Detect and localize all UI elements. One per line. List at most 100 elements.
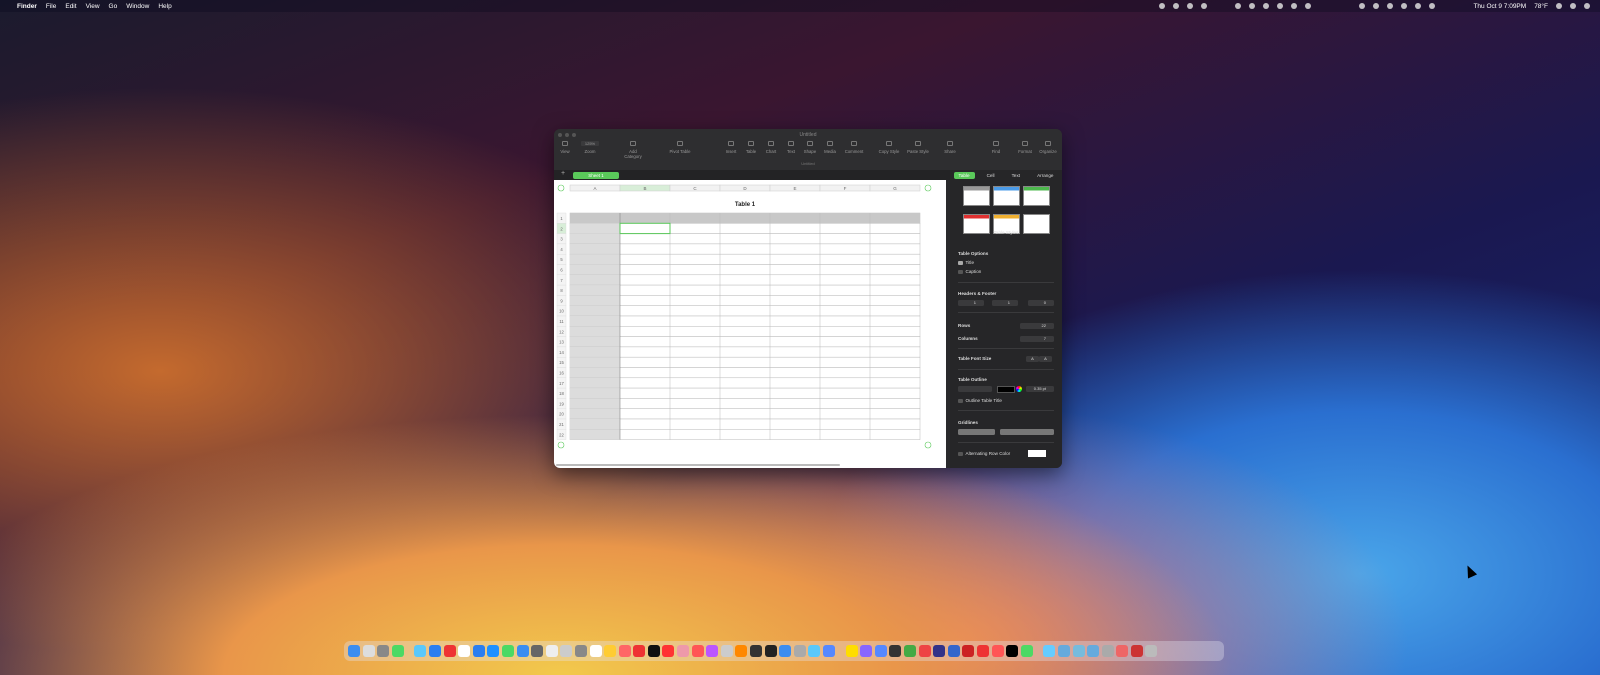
tab-table[interactable]: Table: [953, 171, 975, 179]
dock-app-icon[interactable]: [808, 645, 821, 657]
dock-app-icon[interactable]: [1101, 645, 1114, 657]
tab-arrange[interactable]: Arrange: [1032, 172, 1058, 179]
siri-icon[interactable]: [1584, 3, 1590, 9]
table-style-thumbnail[interactable]: [993, 186, 1020, 206]
table-row[interactable]: [569, 408, 921, 420]
table-row[interactable]: [569, 326, 921, 337]
dock-app-icon[interactable]: [618, 645, 631, 657]
dock-app-icon[interactable]: [823, 645, 835, 657]
table-row[interactable]: [569, 418, 921, 430]
alternating-row-checkbox[interactable]: Alternating Row Color: [958, 451, 1010, 457]
table-title[interactable]: Table 1: [735, 202, 756, 208]
dock-app-icon[interactable]: [903, 645, 916, 657]
menu-go[interactable]: Go: [109, 3, 118, 10]
status-icon[interactable]: [1277, 3, 1284, 9]
rows-stepper[interactable]: 22: [1020, 323, 1054, 329]
header-rows-stepper[interactable]: 1: [958, 300, 984, 306]
table-row[interactable]: [569, 243, 921, 255]
outline-style-select[interactable]: [958, 386, 992, 392]
dock-app-icon[interactable]: [976, 645, 989, 657]
caption-checkbox[interactable]: Caption: [958, 269, 981, 275]
dock-app-icon[interactable]: [1130, 645, 1143, 657]
dock-app-icon[interactable]: [1116, 645, 1129, 657]
table-row[interactable]: [569, 284, 921, 296]
dock-app-icon[interactable]: [779, 645, 792, 657]
dock-app-icon[interactable]: [633, 645, 646, 657]
dock-app-icon[interactable]: [1087, 645, 1100, 657]
dock-app-icon[interactable]: [589, 645, 602, 657]
table-row[interactable]: [569, 223, 921, 234]
menu-app-finder[interactable]: Finder: [17, 3, 37, 10]
toolbar-copy-style-button[interactable]: Copy Style: [876, 141, 902, 154]
columns-stepper[interactable]: 7: [1020, 336, 1054, 342]
table-row[interactable]: [569, 336, 921, 348]
table-row[interactable]: [569, 387, 921, 399]
clock[interactable]: Thu Oct 9 7:09PM: [1473, 3, 1526, 10]
dock-app-icon[interactable]: [750, 645, 763, 657]
table-row[interactable]: [569, 305, 921, 317]
dock-app-icon[interactable]: [845, 645, 858, 657]
gridlines-horizontal[interactable]: [958, 429, 995, 435]
status-icon[interactable]: [1159, 3, 1166, 9]
time-machine-icon[interactable]: [1373, 3, 1380, 9]
outline-title-checkbox[interactable]: Outline Table Title: [958, 398, 1002, 404]
dock-app-icon[interactable]: [443, 645, 456, 657]
table-row[interactable]: [569, 377, 921, 389]
dock-app-icon[interactable]: [991, 645, 1004, 657]
dock-app-icon[interactable]: [472, 645, 485, 657]
table-row[interactable]: [569, 233, 921, 245]
dock-app-icon[interactable]: [735, 645, 748, 657]
add-column-handle[interactable]: [924, 184, 932, 192]
dock-app-icon[interactable]: [706, 645, 719, 657]
table-row[interactable]: [569, 315, 921, 327]
dock-app-icon[interactable]: [574, 645, 587, 657]
dock-app-icon[interactable]: [662, 645, 675, 657]
dock-app-icon[interactable]: [487, 645, 500, 657]
dropbox-icon[interactable]: [1201, 3, 1208, 9]
table-grid[interactable]: A B C D E F GTable 112345678910111213141516171…: [554, 180, 951, 468]
toolbar-paste-style-button[interactable]: Paste Style: [905, 141, 931, 154]
dock-app-icon[interactable]: [545, 645, 558, 657]
dock-app-icon[interactable]: [1057, 645, 1070, 657]
menu-edit[interactable]: Edit: [65, 3, 76, 10]
bluetooth-icon[interactable]: [1401, 3, 1408, 9]
dock-app-icon[interactable]: [677, 645, 690, 657]
add-row-handle[interactable]: [557, 441, 565, 449]
dock-app-icon[interactable]: [414, 645, 427, 657]
title-checkbox[interactable]: Title: [958, 260, 974, 266]
dock-app-icon[interactable]: [391, 645, 404, 657]
outline-color-well[interactable]: [997, 386, 1015, 393]
dock-app-icon[interactable]: [691, 645, 704, 657]
dock-app-icon[interactable]: [720, 645, 733, 657]
menu-window[interactable]: Window: [126, 3, 149, 10]
cloud-icon[interactable]: [1187, 3, 1194, 9]
dock-app-icon[interactable]: [428, 645, 441, 657]
dock-app-icon[interactable]: [377, 645, 390, 657]
dock-app-icon[interactable]: [1072, 645, 1085, 657]
dock-app-icon[interactable]: [889, 645, 902, 657]
status-icon[interactable]: [1556, 3, 1562, 9]
dock-app-icon[interactable]: [560, 645, 573, 657]
toolbar-add-category-button[interactable]: Add Category: [620, 141, 646, 159]
status-icon[interactable]: [1173, 3, 1180, 9]
display-icon[interactable]: [1263, 3, 1270, 9]
dock-app-icon[interactable]: [458, 645, 471, 657]
sheet-canvas[interactable]: A B C D E F G Table 1 1 2 3 4 5 6 7 8 9 10 11 12 13 14 15 16 17 1…: [554, 180, 951, 468]
dock-app-icon[interactable]: [604, 645, 617, 657]
dock-app-icon[interactable]: [860, 645, 873, 657]
status-icon[interactable]: [1387, 3, 1394, 9]
status-icon[interactable]: [1249, 3, 1256, 9]
color-wheel-icon[interactable]: [1016, 386, 1022, 392]
table-style-thumbnail[interactable]: [963, 186, 990, 206]
increase-font-button[interactable]: A: [1039, 356, 1052, 362]
table-row[interactable]: [569, 264, 921, 276]
dock-app-icon[interactable]: [501, 645, 514, 657]
dock-app-icon[interactable]: [348, 645, 360, 657]
sheet-tab[interactable]: Sheet 1: [573, 171, 619, 179]
dock-app-icon[interactable]: [1043, 645, 1056, 657]
table-row[interactable]: [569, 398, 921, 409]
gridlines-vertical[interactable]: [1000, 429, 1054, 435]
dock-app-icon[interactable]: [764, 645, 777, 657]
menu-view[interactable]: View: [86, 3, 100, 10]
weather[interactable]: 78°F: [1534, 3, 1548, 10]
